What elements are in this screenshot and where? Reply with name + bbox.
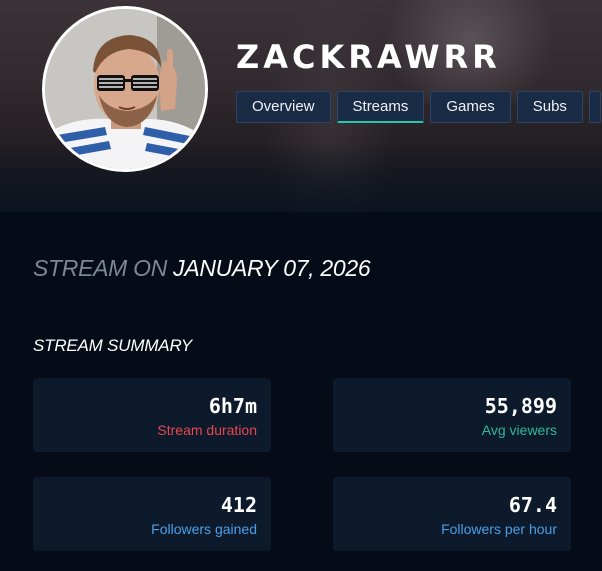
tab-games[interactable]: Games [430, 91, 511, 123]
tab-streams[interactable]: Streams [336, 91, 425, 123]
tab-subs[interactable]: Subs [516, 91, 583, 123]
avatar[interactable] [42, 6, 208, 172]
stat-card-followers-per-hour: 67.4 Followers per hour [333, 477, 571, 551]
stat-value: 55,899 [484, 394, 557, 418]
stat-value: 412 [220, 493, 257, 517]
channel-header: ZACKRAWRR Overview Streams Games Subs [0, 0, 602, 212]
avatar-photo-icon [45, 9, 205, 169]
stat-label: Followers gained [151, 521, 257, 537]
section-title: STREAM SUMMARY [33, 336, 193, 355]
stat-card-avg-viewers: 55,899 Avg viewers [333, 378, 571, 452]
stat-card-duration: 6h7m Stream duration [33, 378, 271, 452]
stat-label: Stream duration [157, 422, 257, 438]
tab-overview[interactable]: Overview [236, 91, 331, 123]
channel-name: ZACKRAWRR [236, 38, 501, 76]
stream-prefix: STREAM ON [33, 255, 168, 281]
stat-label: Avg viewers [481, 422, 557, 438]
tab-more[interactable] [588, 91, 601, 123]
stat-value: 6h7m [208, 394, 257, 418]
stream-date: JANUARY 07, 2026 [173, 255, 371, 281]
page-title: STREAM ON JANUARY 07, 2026 [33, 255, 371, 282]
stat-card-followers-gained: 412 Followers gained [33, 477, 271, 551]
stat-label: Followers per hour [441, 521, 557, 537]
channel-nav: Overview Streams Games Subs [236, 91, 601, 123]
stat-value: 67.4 [508, 493, 557, 517]
stream-content: STREAM ON JANUARY 07, 2026 STREAM SUMMAR… [0, 212, 602, 571]
